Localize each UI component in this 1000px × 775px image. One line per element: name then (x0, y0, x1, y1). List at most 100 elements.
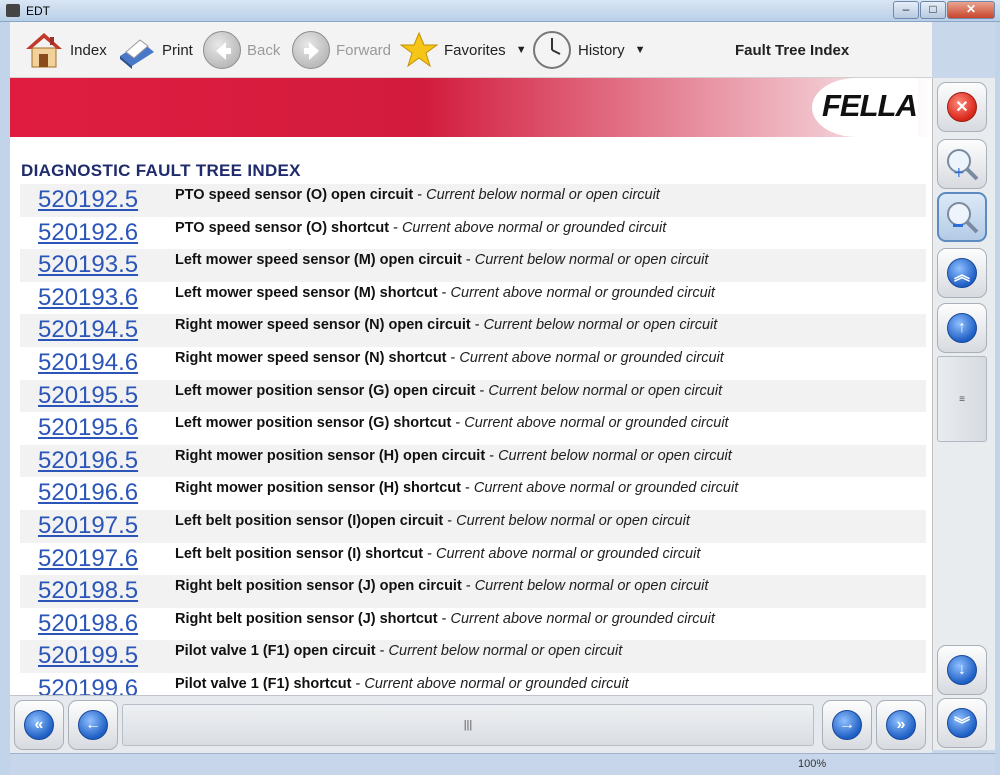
fault-title: Pilot valve 1 (F1) open circuit (175, 643, 376, 660)
fault-code-link[interactable]: 520192.5 (38, 186, 138, 214)
fault-row: 520193.6 Left mower speed sensor (M) shor… (20, 282, 926, 315)
zoom-in-button[interactable]: + (937, 139, 987, 189)
last-page-button[interactable]: » (876, 700, 926, 750)
horizontal-scrollbar[interactable]: ||| (122, 704, 814, 746)
fault-separator: - (485, 447, 499, 464)
maximize-button[interactable]: □ (920, 1, 946, 19)
fault-code-link[interactable]: 520193.5 (38, 251, 138, 279)
fault-separator: - (443, 512, 457, 529)
window-frame-left (0, 22, 10, 775)
fault-description: Pilot valve 1 (F1) open circuit - Curren… (175, 643, 622, 659)
fault-code-link[interactable]: 520197.5 (38, 512, 138, 540)
fault-description: Left mower speed sensor (M) open circuit… (175, 252, 708, 268)
index-button[interactable]: Index (24, 26, 107, 74)
favorites-button[interactable]: Favorites ▼ (399, 26, 527, 74)
fault-detail: Current above normal or grounded circuit (401, 219, 667, 236)
clock-icon (532, 30, 572, 70)
fault-description: Left mower position sensor (G) open circ… (175, 383, 722, 399)
fault-code-link[interactable]: 520193.6 (38, 284, 138, 312)
fault-code-link[interactable]: 520195.5 (38, 382, 138, 410)
fault-separator: - (437, 610, 451, 627)
fault-detail: Current below normal or open circuit (388, 643, 623, 660)
zoom-in-icon: + (944, 146, 980, 182)
fault-detail: Current above normal or grounded circuit (450, 610, 715, 627)
fault-detail: Current below normal or open circuit (474, 252, 709, 269)
scroll-down-button[interactable]: ↓ (937, 645, 987, 695)
forward-button[interactable]: Forward (292, 26, 391, 74)
fault-row: 520194.5 Right mower speed sensor (N) ope… (20, 314, 926, 347)
fault-title: Right mower speed sensor (N) open circui… (175, 317, 471, 334)
fault-description: Left mower position sensor (G) shortcut … (175, 415, 729, 431)
fault-separator: - (437, 284, 451, 301)
fault-title: Right belt position sensor (J) shortcut (175, 610, 438, 627)
fault-row: 520193.5 Left mower speed sensor (M) open… (20, 249, 926, 282)
next-page-button[interactable]: → (822, 700, 872, 750)
fault-code-link[interactable]: 520194.5 (38, 316, 138, 344)
page-title: Fault Tree Index (735, 42, 850, 59)
fault-detail: Current above normal or grounded circuit (464, 415, 729, 432)
fault-title: Left mower speed sensor (M) shortcut (175, 284, 438, 301)
bottom-navigation-bar: « ← ||| → » (10, 695, 932, 753)
fella-logo: FELLA (822, 88, 918, 123)
fault-separator: - (460, 480, 474, 497)
fault-code-link[interactable]: 520197.6 (38, 545, 138, 573)
app-icon (6, 4, 20, 17)
previous-page-button[interactable]: ← (68, 700, 118, 750)
page-down-button[interactable]: ︾ (937, 698, 987, 748)
zoom-level: 100% (798, 758, 827, 770)
double-chevron-up-icon: ︽ (947, 258, 977, 288)
close-icon: ✕ (947, 92, 977, 122)
fault-code-link[interactable]: 520196.5 (38, 447, 138, 475)
fault-title: PTO speed sensor (O) open circuit (175, 187, 414, 203)
printer-icon (116, 30, 156, 70)
fault-detail: Current above normal or grounded circuit (436, 545, 701, 562)
history-dropdown-icon[interactable]: ▼ (635, 44, 646, 56)
double-chevron-down-icon: ︾ (947, 708, 977, 738)
fault-row: 520197.5 Left belt position sensor (I)ope… (20, 509, 926, 543)
fault-detail: Current above normal or grounded circuit (450, 284, 715, 301)
fault-detail: Current above normal or grounded circuit (364, 675, 629, 692)
history-label: History (578, 41, 625, 59)
brand-banner (10, 78, 932, 137)
fault-code-link[interactable]: 520196.6 (38, 479, 138, 507)
arrow-right-icon: → (832, 710, 862, 740)
history-button[interactable]: History ▼ (532, 26, 646, 74)
minimize-button[interactable]: – (893, 1, 919, 19)
fault-description: Left belt position sensor (I) shortcut -… (175, 546, 700, 562)
fault-code-link[interactable]: 520199.5 (38, 642, 138, 670)
window-title: EDT (26, 4, 50, 18)
close-window-button[interactable]: ✕ (947, 1, 995, 19)
fault-code-link[interactable]: 520199.6 (38, 675, 138, 695)
zoom-out-button[interactable] (937, 192, 987, 242)
vertical-scroll-thumb[interactable]: ≡ (937, 356, 987, 442)
fault-title: Right mower speed sensor (N) shortcut (175, 349, 447, 366)
fault-row: 520198.5 Right belt position sensor (J) o… (20, 575, 926, 608)
fault-title: Right belt position sensor (J) open circ… (175, 578, 462, 595)
print-button[interactable]: Print (116, 26, 193, 74)
fault-row: 520199.6 Pilot valve 1 (F1) shortcut - Cu… (20, 673, 926, 695)
scroll-up-button[interactable]: ↑ (937, 303, 987, 353)
fault-row: 520192.5 PTO speed sensor (O) open circui… (20, 184, 926, 217)
side-toolbar: ✕ + ︽ ↑ ≡ ↓ ︾ (932, 78, 995, 750)
fault-description: Left belt position sensor (I)open circui… (175, 513, 690, 529)
fault-separator: - (351, 675, 365, 692)
fault-code-link[interactable]: 520194.6 (38, 349, 138, 377)
page-up-button[interactable]: ︽ (937, 248, 987, 298)
fault-separator: - (461, 578, 475, 595)
fault-code-link[interactable]: 520192.6 (38, 219, 138, 247)
fault-detail: Current below normal or open circuit (456, 512, 690, 529)
back-button[interactable]: Back (203, 26, 280, 74)
fault-title: Left mower position sensor (G) shortcut (175, 415, 452, 432)
fault-description: Right mower position sensor (H) open cir… (175, 448, 732, 464)
fault-code-link[interactable]: 520195.6 (38, 414, 138, 442)
fault-title: Left mower position sensor (G) open circ… (175, 382, 476, 399)
fault-description: Right mower speed sensor (N) shortcut - … (175, 350, 724, 366)
close-document-button[interactable]: ✕ (937, 82, 987, 132)
fault-code-link[interactable]: 520198.5 (38, 577, 138, 605)
fault-title: Left belt position sensor (I)open circui… (175, 512, 444, 529)
first-page-button[interactable]: « (14, 700, 64, 750)
favorites-dropdown-icon[interactable]: ▼ (516, 44, 527, 56)
window-titlebar: EDT – □ ✕ (0, 0, 1000, 22)
forward-arrow-icon (292, 31, 330, 69)
fault-code-link[interactable]: 520198.6 (38, 610, 138, 638)
